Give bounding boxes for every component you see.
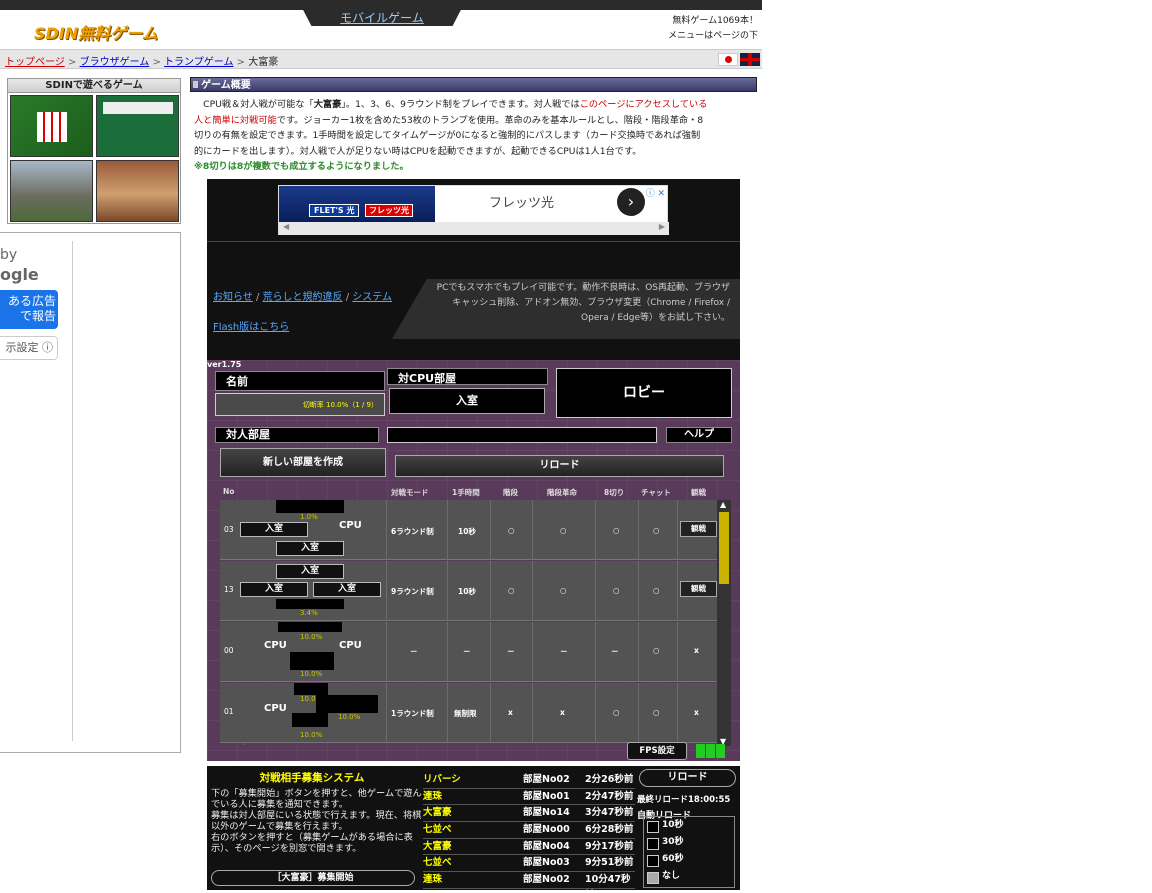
sdin-games-box: SDINで遊べるゲーム bbox=[7, 78, 181, 224]
game-thumbnail[interactable] bbox=[10, 160, 93, 222]
uk-flag-icon[interactable] bbox=[740, 53, 760, 66]
game-frame: FLET'S 光 フレッツ光 フレッツ光 › ⓘ ✕ お知らせ / 荒らしと規約… bbox=[207, 179, 740, 761]
room-row[interactable]: 10.0% 10.0% 01 CPU 10.0% 1ラウンド制 無制限 x x … bbox=[220, 683, 717, 743]
help-button[interactable]: ヘルプ bbox=[666, 427, 732, 443]
game-description: CPU戦＆対人戦が可能な「大富豪」。1、3、6、9ラウンド制をプレイできます。対… bbox=[194, 97, 754, 175]
pvp-room-label: 対人部屋 bbox=[215, 427, 379, 443]
ad-close-icon[interactable]: ⓘ ✕ bbox=[646, 186, 665, 199]
game-thumbnails bbox=[8, 93, 180, 224]
header-info: 無料ゲーム1069本！ メニューはページの下 bbox=[668, 14, 758, 44]
cpu-room-label: 対CPU部屋 bbox=[387, 368, 548, 385]
ad-banner[interactable]: FLET'S 光 フレッツ光 フレッツ光 › ⓘ ✕ bbox=[278, 185, 669, 235]
recruit-list-item[interactable]: 連珠部屋No0210分47秒前 bbox=[423, 872, 635, 893]
auto-reload-options: 10秒 30秒 60秒 なし bbox=[643, 816, 735, 888]
enter-seat-button[interactable]: 入室 bbox=[240, 582, 308, 597]
enter-seat-button[interactable]: 入室 bbox=[276, 564, 344, 579]
notice-area: お知らせ / 荒らしと規約違反 / システム Flash版はこちら PCでもスマ… bbox=[207, 279, 740, 359]
scroll-thumb[interactable] bbox=[719, 512, 729, 584]
room-table-header: No 対戦モード 1手時間 階段 階段革命 8切り チャット 観戦 bbox=[223, 487, 706, 497]
room-row[interactable]: 03 1.0% 入室 CPU 入室 6ラウンド制 10秒 ○ ○ ○ ○ 観戦 bbox=[220, 500, 717, 560]
enter-seat-button[interactable]: 入室 bbox=[240, 522, 308, 537]
game-thumbnail[interactable] bbox=[96, 160, 179, 222]
room-list: 03 1.0% 入室 CPU 入室 6ラウンド制 10秒 ○ ○ ○ ○ 観戦 bbox=[220, 500, 717, 746]
cpu-room-enter-button[interactable]: 入室 bbox=[389, 388, 545, 414]
enter-seat-button[interactable]: 入室 bbox=[313, 582, 381, 597]
scroll-up-icon[interactable]: ▲ bbox=[720, 500, 726, 509]
ad-text: フレッツ光 bbox=[489, 196, 555, 211]
recruit-title: 対戦相手募集システム bbox=[259, 772, 365, 784]
name-label: 名前 bbox=[215, 371, 385, 391]
recruit-list-item[interactable]: 七並べ 部屋No00 6分28秒前 bbox=[423, 822, 635, 839]
recruit-list-item[interactable]: 大富豪 部屋No14 3分47秒前 bbox=[423, 805, 635, 823]
recruit-description: 下の「募集開始」ボタンを押すと、他ゲームで遊んでいる人に募集を通知できます。 募… bbox=[211, 788, 422, 854]
game-thumbnail[interactable] bbox=[96, 95, 179, 157]
site-logo[interactable]: SDIN無料ゲーム bbox=[34, 20, 158, 44]
breadcrumb-browser-games[interactable]: ブラウザゲーム bbox=[80, 57, 150, 68]
recruit-list-item[interactable]: 七並べ 部屋No03 9分51秒前 bbox=[423, 855, 635, 873]
reload-rooms-button[interactable]: リロード bbox=[395, 455, 724, 477]
recruit-list-item[interactable]: リバーシ 部屋No02 2分26秒前 bbox=[423, 772, 635, 789]
recruit-list-item[interactable]: 連珠 部屋No01 2分47秒前 bbox=[423, 789, 635, 806]
site-header: モバイルゲーム SDIN無料ゲーム 無料ゲーム1069本！ メニューはページの下 bbox=[0, 0, 762, 48]
recruit-reload-button[interactable]: リロード bbox=[639, 769, 736, 787]
spectate-button[interactable]: 観戦 bbox=[680, 581, 717, 597]
enter-seat-button[interactable]: 入室 bbox=[276, 541, 344, 556]
spectate-button[interactable]: 観戦 bbox=[680, 521, 717, 537]
recruit-start-button[interactable]: ［大富豪］募集開始 bbox=[211, 870, 415, 886]
mobile-tab: モバイルゲーム bbox=[298, 0, 466, 26]
report-ad-button[interactable]: ある広告 で報告 bbox=[0, 290, 58, 329]
language-flags bbox=[718, 53, 760, 66]
google-label: ogle bbox=[0, 265, 39, 284]
eight-cut-note: ※8切りは8が複数でも成立するようになりました。 bbox=[194, 161, 409, 172]
system-link[interactable]: システム bbox=[352, 292, 392, 303]
ad-scrollbar[interactable] bbox=[279, 222, 669, 235]
auto-reload-10s-checkbox[interactable]: 10秒 bbox=[644, 817, 734, 834]
flash-version-link[interactable]: Flash版はこちら bbox=[213, 322, 289, 333]
version-label: ver1.75 bbox=[207, 360, 242, 369]
sdin-games-title: SDINで遊べるゲーム bbox=[8, 79, 180, 93]
cut-rate: 切断率 10.0%（1 / 9） bbox=[215, 393, 385, 416]
lobby-title: ロビー bbox=[556, 368, 732, 418]
game-count: 無料ゲーム1069本！ bbox=[672, 16, 758, 26]
game-lobby: ver1.75 大富豪 大富豪 大富豪 名前 切断率 10.0%（1 / 9） … bbox=[207, 360, 740, 761]
news-link[interactable]: お知らせ bbox=[213, 292, 253, 303]
pvp-room-message bbox=[387, 427, 657, 443]
mobile-games-link[interactable]: モバイルゲーム bbox=[340, 11, 424, 25]
signal-bars-icon bbox=[696, 744, 725, 758]
breadcrumb-top[interactable]: トップページ bbox=[5, 57, 65, 68]
recruit-panel: 対戦相手募集システム 下の「募集開始」ボタンを押すと、他ゲームで遊んでいる人に募… bbox=[207, 766, 740, 893]
side-ad: by ogle ある広告 で報告 示設定 ⓘ bbox=[0, 232, 181, 753]
room-row[interactable]: 13 入室 入室 入室 3.4% 9ラウンド制 10秒 ○ ○ ○ ○ 観戦 bbox=[220, 561, 717, 621]
room-list-scrollbar[interactable]: ▲ ▼ bbox=[717, 500, 731, 746]
last-reload-time: 最終リロード18:00:55 bbox=[637, 795, 731, 805]
recruit-list-item[interactable]: 大富豪 部屋No04 9分17秒前 bbox=[423, 839, 635, 856]
auto-reload-none-checkbox[interactable]: なし bbox=[644, 868, 734, 885]
ad-settings-button[interactable]: 示設定 ⓘ bbox=[0, 336, 58, 360]
menu-hint: メニューはページの下 bbox=[668, 31, 758, 41]
auto-reload-60s-checkbox[interactable]: 60秒 bbox=[644, 851, 734, 868]
breadcrumb-current: 大富豪 bbox=[248, 57, 279, 68]
play-notice: PCでもスマホでもプレイ可能です。動作不良時は、OS再起動、ブラウザキャッシュ削… bbox=[392, 279, 740, 339]
recruit-list: リバーシ 部屋No02 2分26秒前 連珠 部屋No01 2分47秒前 大富豪 部屋No1… bbox=[423, 772, 635, 893]
rules-link[interactable]: 荒らしと規約違反 bbox=[263, 292, 343, 303]
breadcrumb: トップページ > ブラウザゲーム > トランプゲーム > 大富豪 bbox=[0, 49, 762, 69]
auto-reload-30s-checkbox[interactable]: 30秒 bbox=[644, 834, 734, 851]
room-row[interactable]: 10.0% 00 CPU CPU 10.0% － － － － － ○ x bbox=[220, 622, 717, 682]
breadcrumb-card-games[interactable]: トランプゲーム bbox=[164, 57, 233, 68]
japan-flag-icon[interactable] bbox=[718, 53, 738, 66]
chevron-right-icon[interactable]: › bbox=[617, 188, 645, 216]
fps-settings-button[interactable]: FPS設定 bbox=[627, 742, 687, 760]
section-title: ゲーム概要 bbox=[190, 77, 757, 92]
game-thumbnail[interactable] bbox=[10, 95, 93, 157]
create-room-button[interactable]: 新しい部屋を作成 bbox=[220, 448, 386, 477]
